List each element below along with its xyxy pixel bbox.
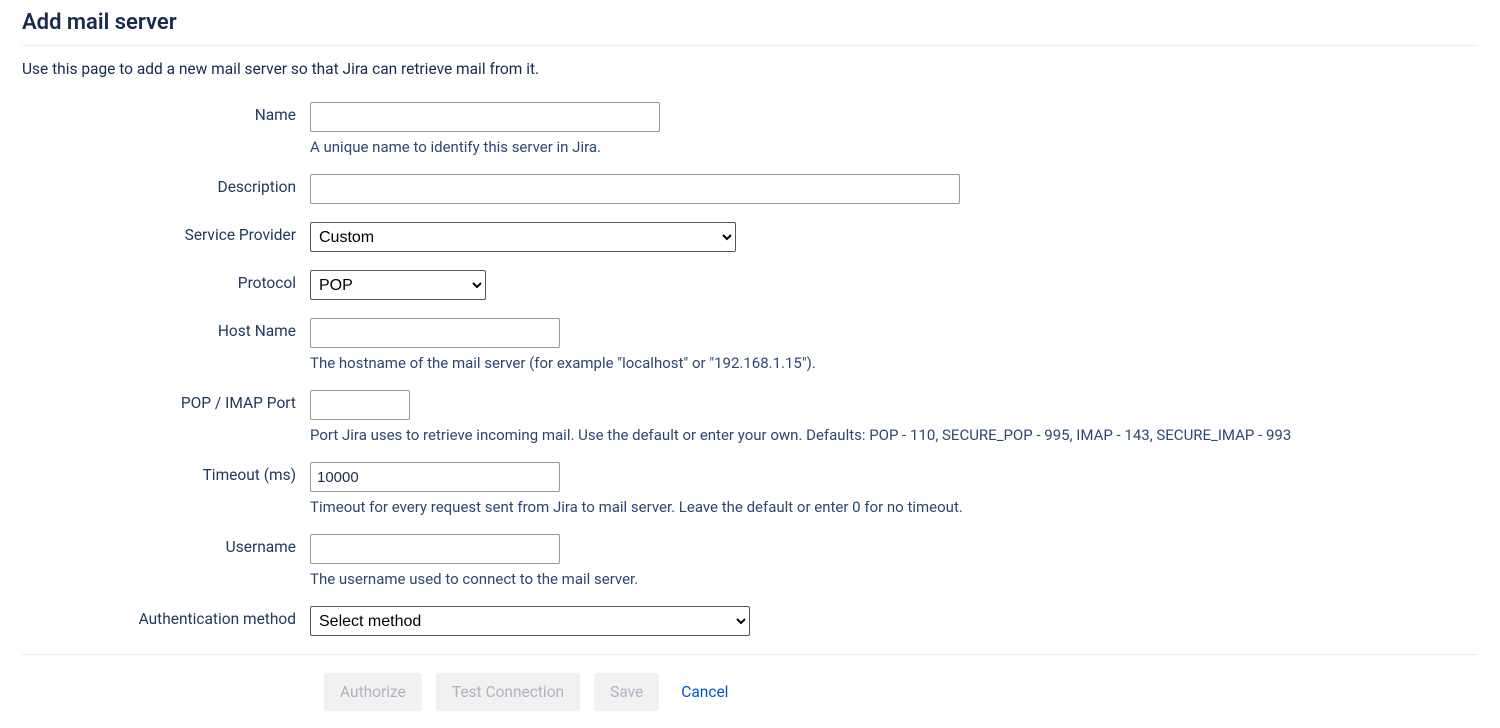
host-name-label: Host Name — [22, 318, 310, 340]
row-username: Username The username used to connect to… — [22, 534, 1478, 588]
row-name: Name A unique name to identify this serv… — [22, 102, 1478, 156]
port-label: POP / IMAP Port — [22, 390, 310, 412]
row-timeout: Timeout (ms) Timeout for every request s… — [22, 462, 1478, 516]
service-provider-label: Service Provider — [22, 222, 310, 244]
timeout-label: Timeout (ms) — [22, 462, 310, 484]
mail-server-form: Name A unique name to identify this serv… — [22, 102, 1478, 711]
username-help: The username used to connect to the mail… — [310, 570, 1478, 588]
service-provider-select[interactable]: Custom — [310, 222, 736, 252]
row-auth-method: Authentication method Select method — [22, 606, 1478, 636]
protocol-label: Protocol — [22, 270, 310, 292]
port-input[interactable] — [310, 390, 410, 420]
description-label: Description — [22, 174, 310, 196]
host-name-help: The hostname of the mail server (for exa… — [310, 354, 1478, 372]
port-help: Port Jira uses to retrieve incoming mail… — [310, 426, 1478, 444]
auth-method-label: Authentication method — [22, 606, 310, 628]
authorize-button[interactable]: Authorize — [324, 673, 422, 711]
row-description: Description — [22, 174, 1478, 204]
test-connection-button[interactable]: Test Connection — [436, 673, 580, 711]
cancel-button[interactable]: Cancel — [673, 673, 736, 711]
protocol-select[interactable]: POP — [310, 270, 486, 300]
row-host-name: Host Name The hostname of the mail serve… — [22, 318, 1478, 372]
name-help: A unique name to identify this server in… — [310, 138, 1478, 156]
username-input[interactable] — [310, 534, 560, 564]
page-title: Add mail server — [22, 10, 1478, 46]
form-divider — [22, 654, 1478, 655]
name-label: Name — [22, 102, 310, 124]
host-name-input[interactable] — [310, 318, 560, 348]
timeout-help: Timeout for every request sent from Jira… — [310, 498, 1478, 516]
button-row: Authorize Test Connection Save Cancel — [22, 673, 1478, 711]
username-label: Username — [22, 534, 310, 556]
row-protocol: Protocol POP — [22, 270, 1478, 300]
name-input[interactable] — [310, 102, 660, 132]
row-port: POP / IMAP Port Port Jira uses to retrie… — [22, 390, 1478, 444]
save-button[interactable]: Save — [594, 673, 659, 711]
row-service-provider: Service Provider Custom — [22, 222, 1478, 252]
description-input[interactable] — [310, 174, 960, 204]
page-intro: Use this page to add a new mail server s… — [22, 60, 1478, 78]
timeout-input[interactable] — [310, 462, 560, 492]
auth-method-select[interactable]: Select method — [310, 606, 750, 636]
